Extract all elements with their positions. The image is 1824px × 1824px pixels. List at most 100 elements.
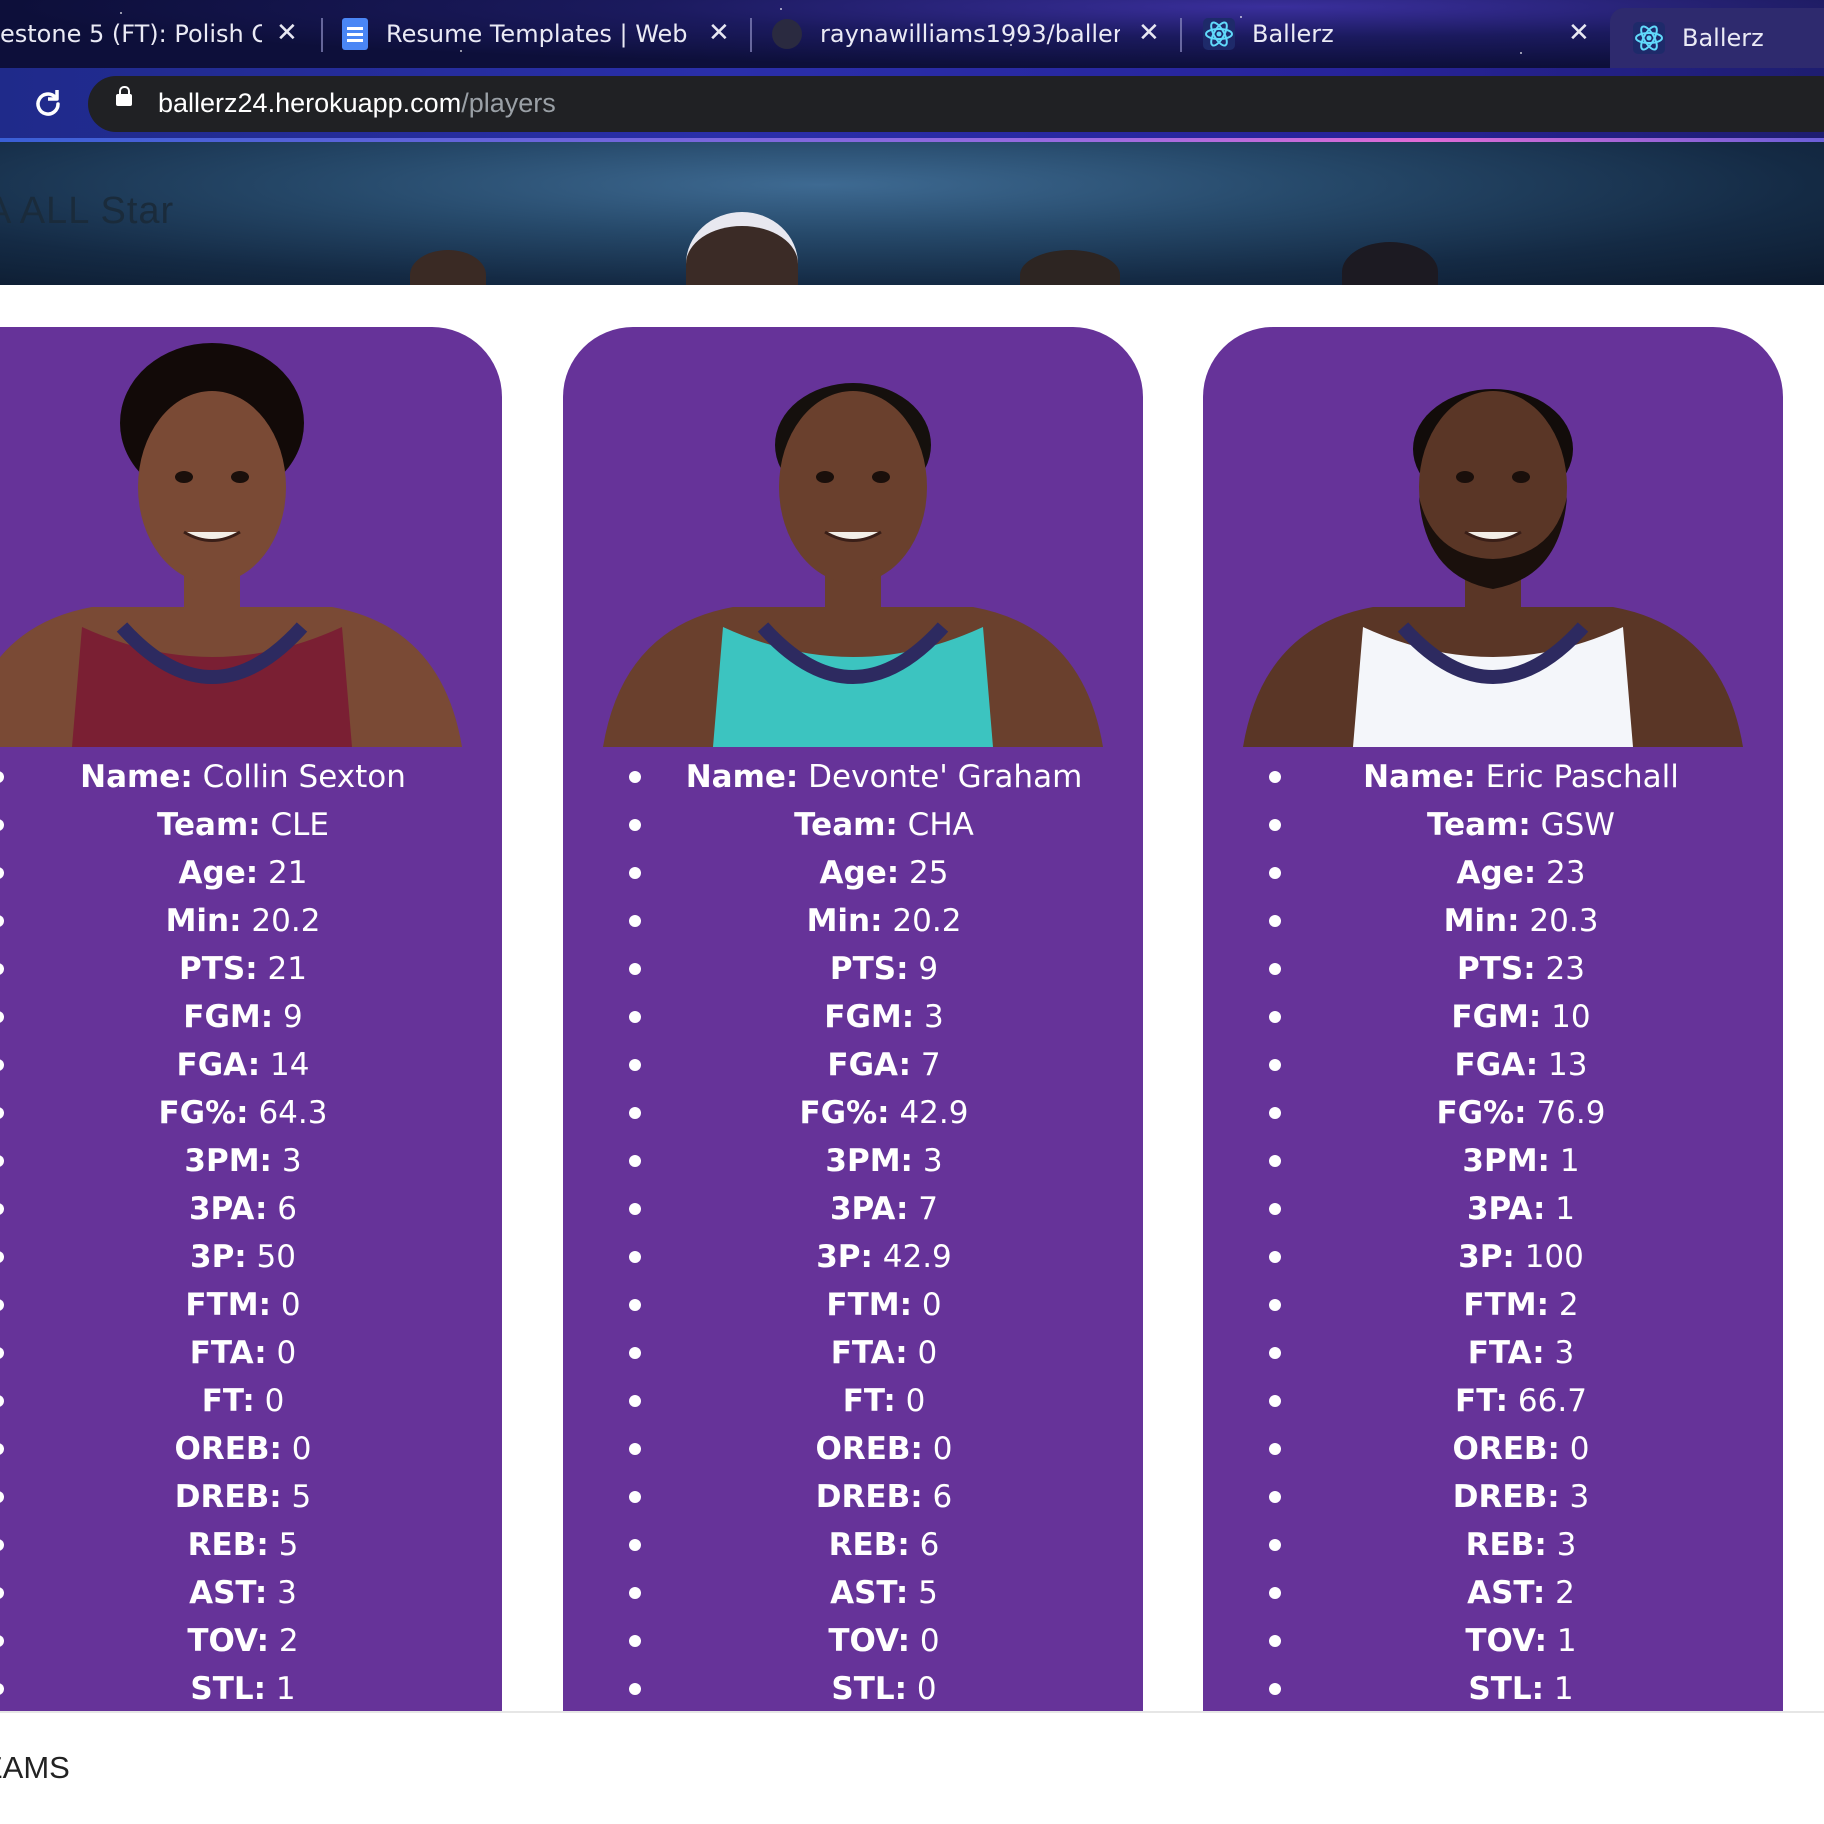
stat-item: FGM: 9 [0,993,502,1041]
stat-value: 23 [1545,951,1585,987]
stat-text: OREB: 0 [594,1425,1143,1473]
stat-value: 0 [932,1431,953,1467]
tab-title: Resume Templates | Web De [386,20,696,48]
url-text[interactable]: ballerz24.herokuapp.com/players [158,88,556,119]
stat-item: FGA: 13 [1203,1041,1783,1089]
stat-text: TOV: 0 [594,1617,1143,1665]
stat-text: AST: 5 [594,1569,1143,1617]
hero-player-head [1020,250,1120,285]
stat-text: Name: Collin Sexton [0,753,502,801]
stat-item: Team: CLE [0,801,502,849]
hero-title: A ALL Star [0,190,175,232]
close-icon[interactable]: ✕ [1568,18,1590,48]
stat-label: FTA: [830,1335,908,1371]
stat-label: FTM: [826,1287,912,1323]
stat-item: AST: 2 [1203,1569,1783,1617]
stat-item: FTA: 0 [563,1329,1143,1377]
stat-text: FG%: 76.9 [1231,1089,1783,1137]
stat-text: STL: 0 [594,1665,1143,1711]
stat-value: 42.9 [899,1095,969,1131]
tab-milestone[interactable]: estone 5 (FT): Polish Onlir ✕ [0,8,310,60]
stat-item: FT: 66.7 [1203,1377,1783,1425]
stat-value: GSW [1540,807,1615,843]
stat-label: FG%: [799,1095,890,1131]
tab-ballerz-active[interactable]: Ballerz [1610,8,1824,68]
stat-item: OREB: 0 [563,1425,1143,1473]
stat-text: AST: 2 [1231,1569,1783,1617]
stat-value: 0 [919,1623,940,1659]
stat-value: 76.9 [1536,1095,1606,1131]
stat-text: REB: 5 [0,1521,502,1569]
stat-label: TOV: [187,1623,270,1659]
stat-value: 21 [267,951,307,987]
stat-item: AST: 3 [0,1569,502,1617]
stat-label: STL: [190,1671,267,1707]
lock-icon [116,86,132,106]
stat-value: 0 [264,1383,285,1419]
stat-label: 3PA: [829,1191,909,1227]
tab-separator [1180,18,1182,52]
player-photo [603,383,1103,747]
stat-value: 23 [1546,855,1586,891]
stat-item: 3P: 42.9 [563,1233,1143,1281]
stat-text: STL: 1 [0,1665,502,1711]
stat-value: 3 [922,1143,943,1179]
stat-label: FT: [1455,1383,1509,1419]
stat-label: FT: [201,1383,255,1419]
player-stats-list: Name: Devonte' Graham Team: CHA Age: 25 Min… [563,753,1143,1711]
player-stats-list: Name: Collin Sexton Team: CLE Age: 21 Min: … [0,753,502,1711]
stat-text: FTA: 3 [1231,1329,1783,1377]
stat-label: 3PM: [184,1143,272,1179]
footer-heading: EAMS [0,1750,70,1785]
stat-label: PTS: [1457,951,1536,987]
stat-value: 20.2 [892,903,962,939]
stat-item: FG%: 42.9 [563,1089,1143,1137]
stat-label: 3P: [1458,1239,1515,1275]
stat-text: AST: 3 [0,1569,502,1617]
stat-value: 3 [277,1575,297,1611]
stat-text: FGA: 13 [1231,1041,1783,1089]
stat-label: Age: [178,855,259,891]
tab-github-repo[interactable]: raynawilliams1993/ballerz ✕ [772,8,1172,60]
stat-value: 1 [1559,1143,1580,1179]
stat-text: Team: GSW [1231,801,1783,849]
stat-label: Team: [794,807,898,843]
tab-resume-templates[interactable]: Resume Templates | Web De ✕ [342,8,742,60]
stat-text: 3PA: 6 [0,1185,502,1233]
tab-ballerz[interactable]: Ballerz ✕ [1202,8,1602,60]
stat-item: FGM: 3 [563,993,1143,1041]
react-icon [1633,22,1665,54]
stat-text: 3PA: 1 [1231,1185,1783,1233]
stat-item: REB: 3 [1203,1521,1783,1569]
stat-value: 50 [256,1239,296,1275]
close-icon[interactable]: ✕ [276,18,298,48]
stat-label: FGM: [183,999,274,1035]
stat-item: 3PA: 7 [563,1185,1143,1233]
player-stats-list: Name: Eric Paschall Team: GSW Age: 23 Min: … [1203,753,1783,1711]
stat-value: 64.3 [258,1095,328,1131]
hero-player-head [1342,242,1438,285]
stat-item: FG%: 76.9 [1203,1089,1783,1137]
stat-label: FTM: [1463,1287,1549,1323]
stat-text: Age: 25 [594,849,1143,897]
stat-value: 25 [909,855,949,891]
stat-label: OREB: [1452,1431,1560,1467]
stat-item: STL: 0 [563,1665,1143,1711]
close-icon[interactable]: ✕ [1138,18,1160,48]
address-bar[interactable]: ballerz24.herokuapp.com/players [88,76,1824,132]
stat-value: 5 [278,1527,299,1563]
stat-value: 66.7 [1517,1383,1587,1419]
stat-label: Min: [1443,903,1520,939]
stat-text: REB: 3 [1231,1521,1783,1569]
tab-title: estone 5 (FT): Polish Onlir [0,20,262,48]
stat-label: AST: [830,1575,909,1611]
stat-label: FGA: [1454,1047,1539,1083]
close-icon[interactable]: ✕ [708,18,730,48]
stat-value: 1 [1553,1671,1574,1707]
stat-value: 3 [924,999,944,1035]
reload-icon[interactable] [30,86,66,122]
stat-value: Devonte' Graham [808,759,1083,795]
stat-value: CLE [270,807,330,843]
stat-label: TOV: [1465,1623,1548,1659]
tab-separator [321,18,323,52]
